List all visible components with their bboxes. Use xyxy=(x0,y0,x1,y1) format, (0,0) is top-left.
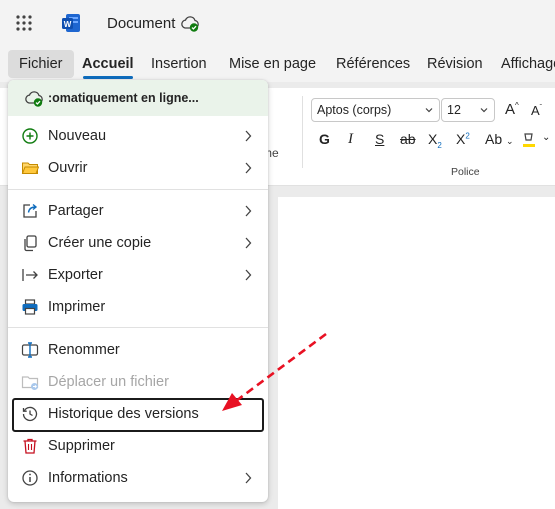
menu-item-label: Imprimer xyxy=(48,299,106,315)
tab-references[interactable]: Références xyxy=(336,50,410,78)
ribbon-tabs: Fichier Accueil Insertion Mise en page R… xyxy=(0,46,555,82)
document-title[interactable]: Document xyxy=(107,15,175,32)
cloud-check-icon xyxy=(25,91,43,107)
grow-font-icon[interactable]: A^ xyxy=(505,101,519,118)
chevron-down-icon xyxy=(480,108,488,113)
share-icon xyxy=(23,203,38,218)
menu-item-label: Renommer xyxy=(48,342,120,358)
history-icon xyxy=(22,406,38,422)
plus-circle-icon xyxy=(22,128,38,144)
italic-icon[interactable]: I xyxy=(348,131,353,148)
menu-divider xyxy=(8,189,268,190)
font-size-value: 12 xyxy=(447,103,461,117)
menu-item-informations[interactable]: Informations xyxy=(8,462,268,494)
tab-affichage[interactable]: Affichage xyxy=(501,50,555,78)
document-page[interactable] xyxy=(278,197,555,509)
font-name-value: Aptos (corps) xyxy=(317,103,392,117)
menu-item-label: Supprimer xyxy=(48,438,115,454)
menu-item-supprimer[interactable]: Supprimer xyxy=(8,430,268,462)
app-launcher-icon[interactable] xyxy=(15,14,33,32)
move-file-icon xyxy=(21,376,39,390)
title-bar: W Document xyxy=(0,0,555,46)
menu-item-imprimer[interactable]: Imprimer xyxy=(8,291,268,323)
menu-item-nouveau[interactable]: Nouveau xyxy=(8,120,268,152)
menu-item-label: Exporter xyxy=(48,267,103,283)
highlighter-icon[interactable] xyxy=(522,132,536,148)
chevron-right-icon xyxy=(245,472,252,484)
chevron-down-icon xyxy=(425,108,433,113)
font-group-label: Police xyxy=(451,166,480,178)
tab-revision[interactable]: Révision xyxy=(427,50,483,78)
tab-accueil[interactable]: Accueil xyxy=(82,50,134,79)
chevron-right-icon xyxy=(245,205,252,217)
chevron-right-icon xyxy=(245,237,252,249)
menu-divider xyxy=(8,327,268,328)
trash-icon xyxy=(23,438,37,454)
menu-item-label: Déplacer un fichier xyxy=(48,374,169,390)
tab-insertion[interactable]: Insertion xyxy=(151,50,207,78)
menu-item-renommer[interactable]: Renommer xyxy=(8,334,268,366)
chevron-right-icon xyxy=(245,130,252,142)
folder-icon xyxy=(21,162,39,174)
word-icon: W xyxy=(62,14,80,32)
info-icon xyxy=(22,470,38,486)
copy-icon xyxy=(24,235,37,252)
menu-item-label: Informations xyxy=(48,470,128,486)
underline-icon[interactable]: S xyxy=(375,131,384,147)
chevron-right-icon xyxy=(245,162,252,174)
rename-icon xyxy=(21,342,39,358)
export-icon xyxy=(22,269,38,281)
autosave-label: :omatiquement en ligne... xyxy=(48,91,199,105)
menu-item-label: Ouvrir xyxy=(48,160,88,176)
menu-item-label: Partager xyxy=(48,203,104,219)
menu-item-ouvrir[interactable]: Ouvrir xyxy=(8,152,268,184)
menu-item-creer-une-copie[interactable]: Créer une copie xyxy=(8,227,268,259)
printer-icon xyxy=(22,299,38,315)
svg-text:W: W xyxy=(64,20,72,29)
ribbon-separator xyxy=(302,96,303,168)
tab-mise-en-page[interactable]: Mise en page xyxy=(229,50,316,78)
superscript-icon[interactable]: X2 xyxy=(456,131,470,147)
font-name-dropdown[interactable]: Aptos (corps) xyxy=(311,98,440,122)
autosave-banner[interactable]: :omatiquement en ligne... xyxy=(8,80,268,116)
cloud-check-icon[interactable] xyxy=(180,15,200,33)
bold-icon[interactable]: G xyxy=(319,131,330,147)
menu-item-deplacer-un-fichier[interactable]: Déplacer un fichier xyxy=(8,366,268,398)
chevron-right-icon xyxy=(245,269,252,281)
font-size-dropdown[interactable]: 12 xyxy=(441,98,495,122)
tab-fichier[interactable]: Fichier xyxy=(8,50,74,78)
change-case-icon[interactable]: Ab ⌄ xyxy=(485,131,514,147)
menu-item-label: Créer une copie xyxy=(48,235,152,251)
subscript-icon[interactable]: X2 xyxy=(428,131,442,150)
menu-item-label: Nouveau xyxy=(48,128,107,144)
shrink-font-icon[interactable]: Aˇ xyxy=(531,103,542,118)
file-menu: :omatiquement en ligne... Nouveau Ouvrir… xyxy=(8,80,268,502)
menu-item-exporter[interactable]: Exporter xyxy=(8,259,268,291)
strikethrough-icon[interactable]: ab xyxy=(400,131,416,147)
menu-item-partager[interactable]: Partager xyxy=(8,195,268,227)
menu-item-historique-des-versions[interactable]: Historique des versions xyxy=(8,398,268,432)
chevron-down-icon[interactable]: ⌄ xyxy=(542,132,550,143)
menu-item-label: Historique des versions xyxy=(48,406,199,422)
